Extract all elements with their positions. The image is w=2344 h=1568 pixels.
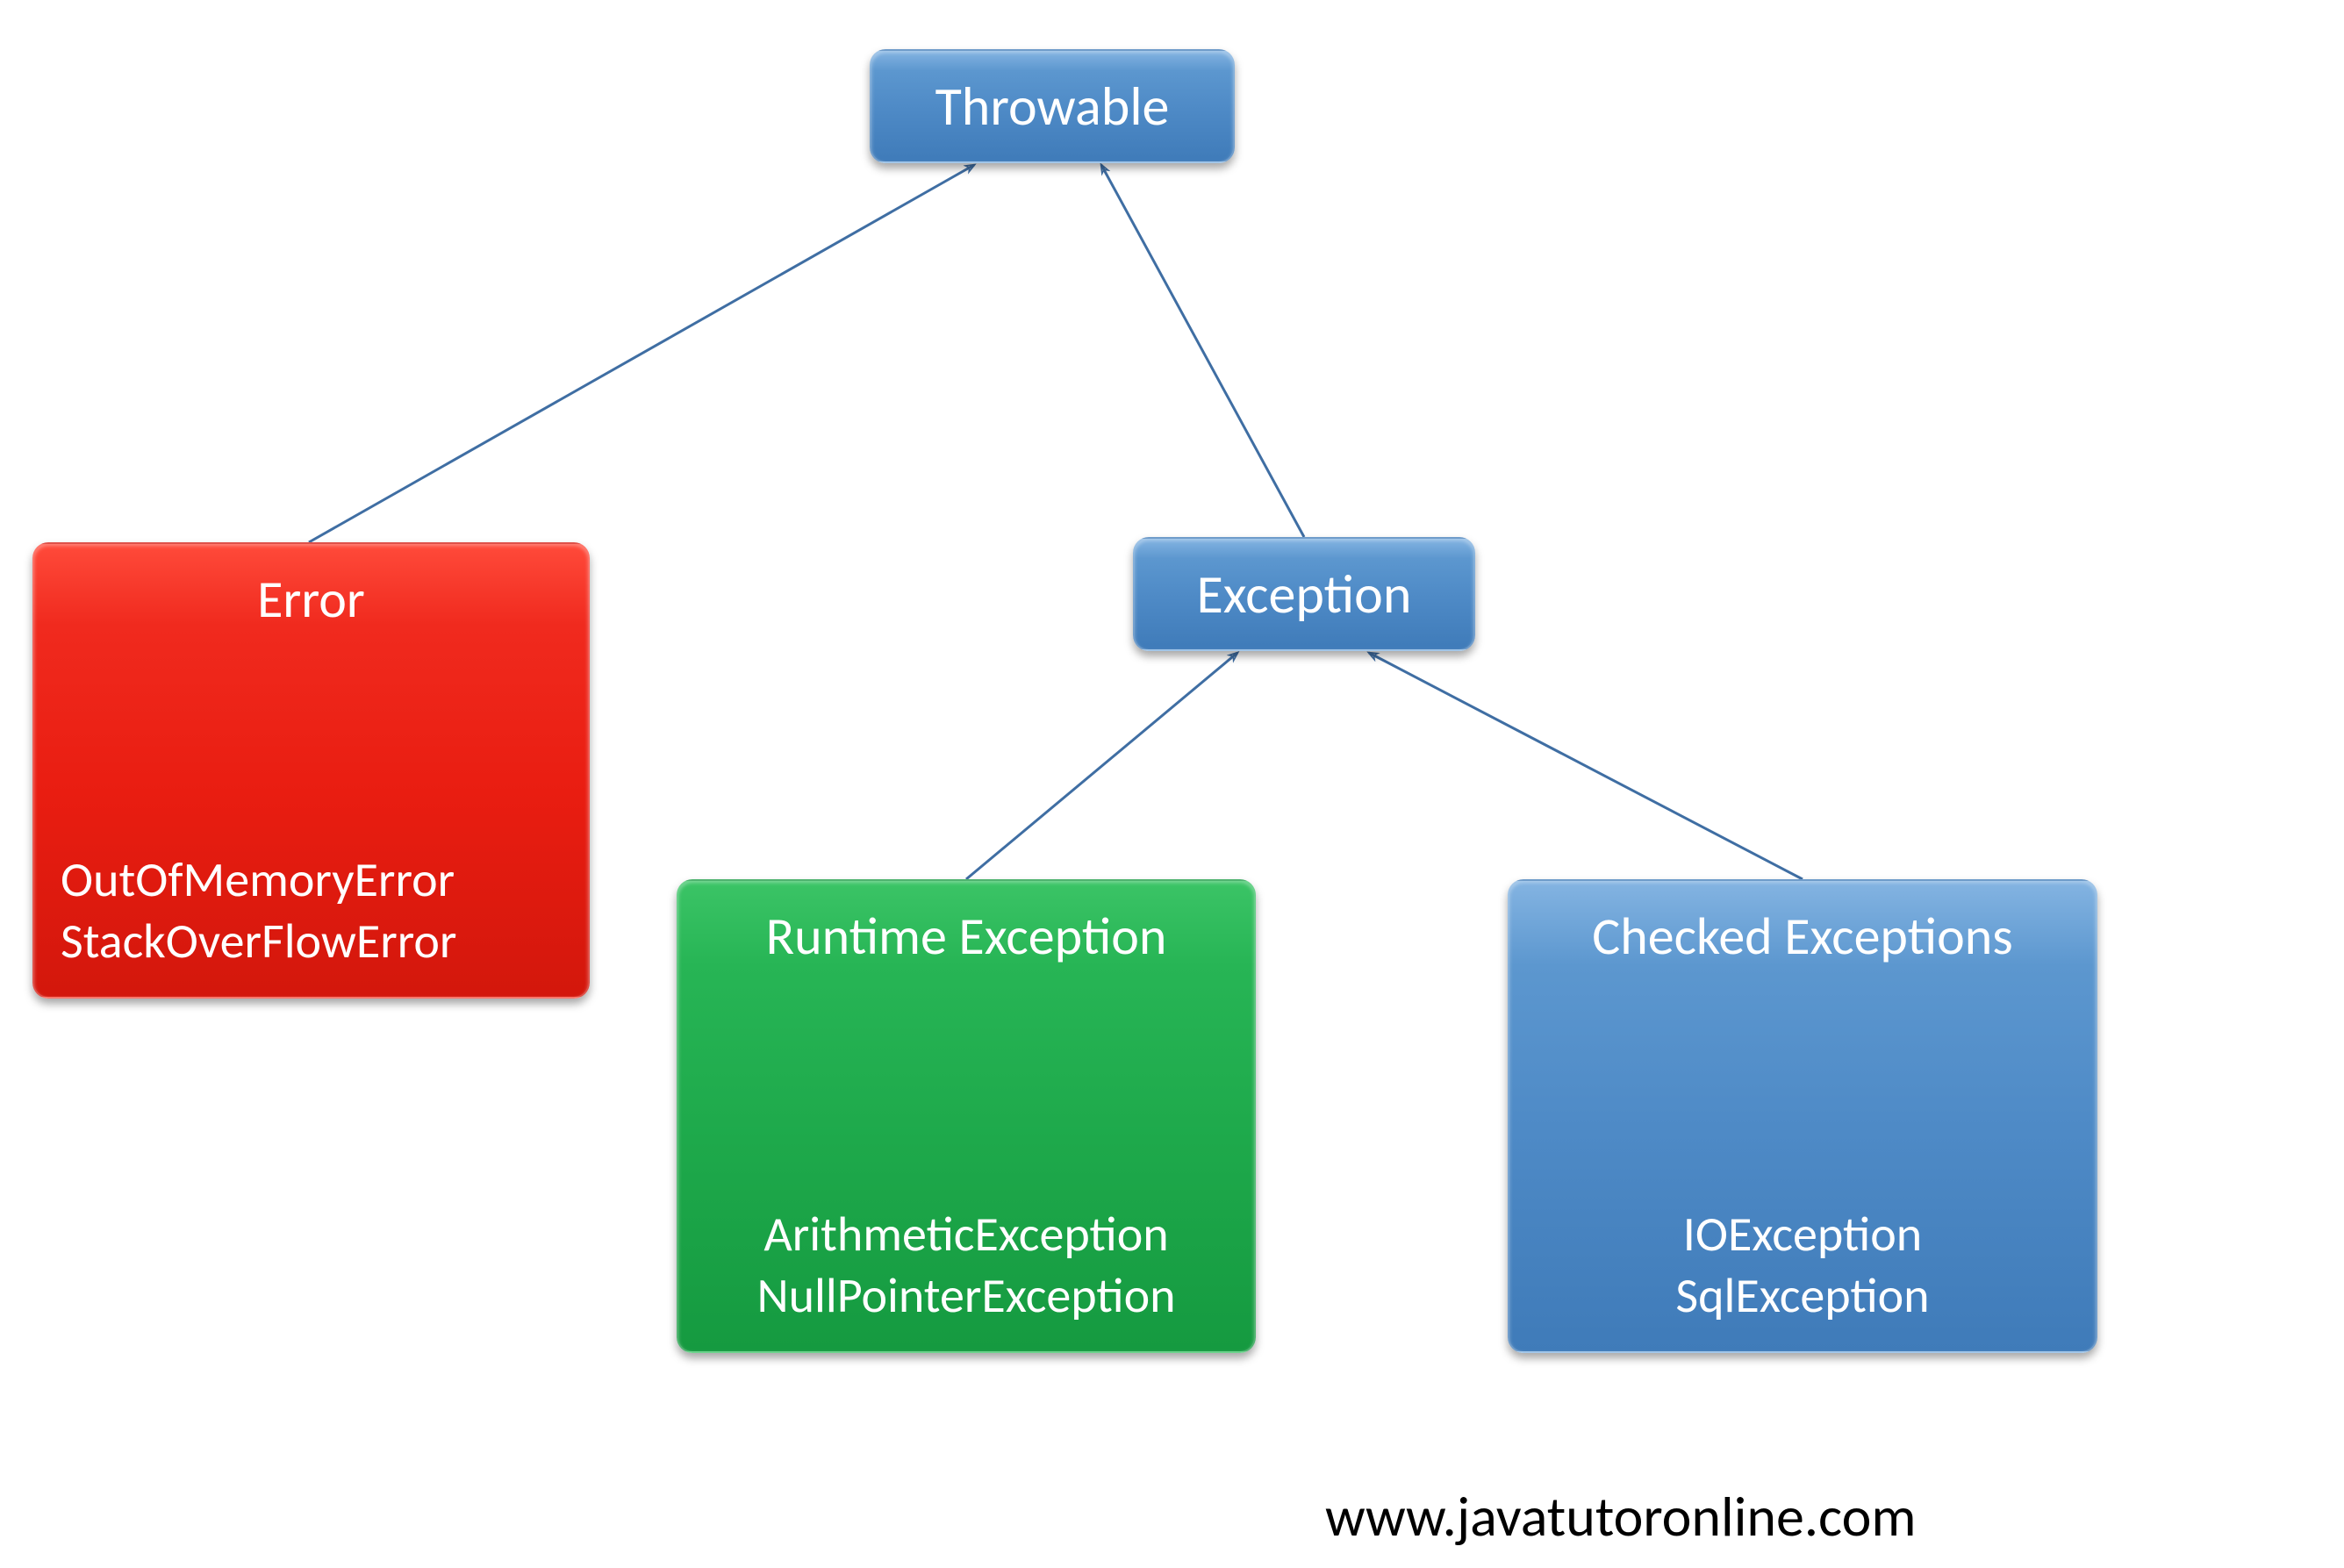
node-error-items: OutOfMemoryError StackOverFlowError <box>34 849 588 997</box>
node-error-item: OutOfMemoryError <box>61 849 588 911</box>
node-checked-item: IOException <box>1509 1204 2096 1265</box>
node-throwable-label: Throwable <box>935 74 1170 139</box>
edge-runtime-to-exception <box>966 653 1237 879</box>
node-error-item: StackOverFlowError <box>61 911 588 972</box>
diagram-canvas: Throwable Error OutOfMemoryError StackOv… <box>0 0 2344 1568</box>
node-checked-exceptions: Checked Exceptions IOException SqlExcept… <box>1508 879 2097 1353</box>
edge-checked-to-exception <box>1369 653 1803 879</box>
node-error-label: Error <box>34 544 588 632</box>
node-runtime-exception: Runtime Exception ArithmeticException Nu… <box>677 879 1256 1353</box>
node-runtime-label: Runtime Exception <box>678 881 1254 969</box>
watermark-text: www.javatutoronline.com <box>1325 1483 1916 1551</box>
node-checked-items: IOException SqlException <box>1509 1204 2096 1351</box>
edge-exception-to-throwable <box>1101 165 1304 537</box>
node-runtime-items: ArithmeticException NullPointerException <box>678 1204 1254 1351</box>
node-runtime-item: ArithmeticException <box>678 1204 1254 1265</box>
node-checked-item: SqlException <box>1509 1265 2096 1327</box>
node-runtime-item: NullPointerException <box>678 1265 1254 1327</box>
node-exception: Exception <box>1133 537 1475 651</box>
node-throwable: Throwable <box>870 49 1235 163</box>
node-error: Error OutOfMemoryError StackOverFlowErro… <box>32 542 590 999</box>
node-exception-label: Exception <box>1197 562 1412 626</box>
node-checked-label: Checked Exceptions <box>1509 881 2096 969</box>
edge-error-to-throwable <box>309 165 974 542</box>
